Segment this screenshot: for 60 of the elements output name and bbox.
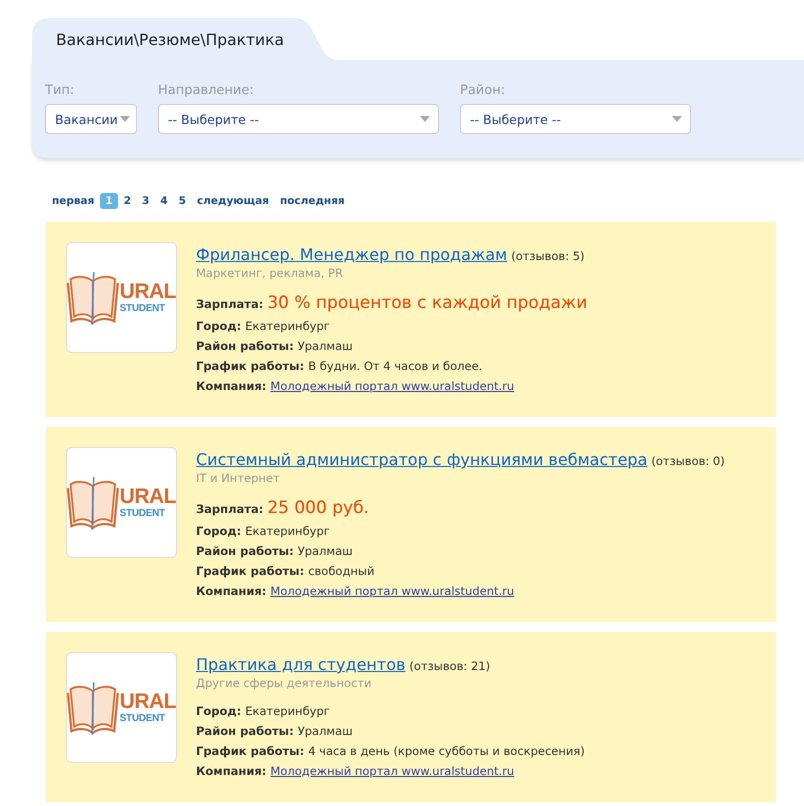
- job-category: IT и Интернет: [196, 470, 281, 486]
- detail-value: 4 часа в день (кроме субботы и воскресения): [308, 743, 585, 760]
- page-link[interactable]: 2: [118, 193, 136, 209]
- detail-value: свободный: [308, 563, 374, 580]
- review-count: (отзывов: 5): [511, 249, 585, 263]
- page-link[interactable]: 4: [155, 193, 173, 209]
- logo-word: STUDENT: [120, 508, 165, 520]
- logo-word: URAL: [120, 486, 176, 508]
- detail-label: Город:: [196, 523, 242, 540]
- caret-icon: [672, 116, 682, 122]
- company-link[interactable]: Молодежный портал www.uralstudent.ru: [270, 761, 514, 781]
- detail-label: Район работы:: [196, 723, 294, 740]
- dropdown[interactable]: -- Выберите --: [460, 104, 691, 134]
- detail-value: Екатеринбург: [245, 523, 330, 540]
- company-link[interactable]: Молодежный портал www.uralstudent.ru: [270, 581, 514, 601]
- job-title-link[interactable]: Системный администратор с функциями вебмастера: [196, 450, 648, 469]
- review-count: (отзывов: 21): [409, 659, 490, 673]
- dropdown[interactable]: -- Выберите --: [158, 104, 439, 134]
- job-category: Другие сферы деятельности: [196, 675, 372, 691]
- detail-label: Зарплата:: [196, 296, 264, 313]
- detail-label: Компания:: [196, 378, 266, 395]
- job-title-link[interactable]: Практика для студентов: [196, 655, 406, 674]
- filter-label: Район:: [460, 83, 506, 99]
- detail-label: Компания:: [196, 763, 266, 780]
- detail-value: Екатеринбург: [245, 703, 330, 720]
- job-category: Маркетинг, реклама, PR: [196, 265, 344, 281]
- filter-label: Направление:: [158, 83, 255, 99]
- company-link[interactable]: Молодежный портал www.uralstudent.ru: [270, 376, 514, 396]
- logo-word: URAL: [120, 690, 176, 712]
- detail-label: Район работы:: [196, 338, 294, 355]
- dropdown[interactable]: Вакансии: [45, 104, 137, 134]
- detail-label: График работы:: [196, 743, 304, 760]
- detail-label: Город:: [196, 703, 242, 720]
- detail-label: График работы:: [196, 358, 304, 375]
- page-link[interactable]: последняя: [274, 193, 350, 209]
- logo-word: STUDENT: [120, 712, 165, 724]
- panel-title: Вакансии\Резюме\Практика: [56, 31, 284, 49]
- job-title-link[interactable]: Фрилансер. Менеджер по продажам: [196, 245, 508, 264]
- review-count: (отзывов: 0): [651, 454, 725, 468]
- page-link[interactable]: 3: [137, 193, 154, 209]
- detail-value: Уралмаш: [298, 338, 353, 355]
- caret-icon: [420, 116, 430, 122]
- logo-word: URAL: [120, 280, 176, 302]
- logo-word: STUDENT: [120, 302, 165, 314]
- detail-label: Компания:: [196, 583, 266, 600]
- page-link[interactable]: 5: [174, 193, 191, 209]
- detail-value: Уралмаш: [298, 543, 353, 560]
- detail-value: Уралмаш: [298, 723, 353, 740]
- salary-value: 30 % процентов с каждой продажи: [267, 292, 588, 315]
- detail-label: Город:: [196, 318, 242, 335]
- salary-value: 25 000 руб.: [267, 497, 369, 520]
- caret-icon: [120, 116, 130, 122]
- detail-label: Район работы:: [196, 543, 294, 560]
- detail-label: Зарплата:: [196, 501, 264, 518]
- page-link[interactable]: первая: [47, 193, 100, 209]
- filter-label: Тип:: [45, 83, 76, 99]
- page-link[interactable]: следующая: [192, 193, 274, 209]
- detail-label: График работы:: [196, 563, 304, 580]
- detail-value: В будни. От 4 часов и более.: [308, 358, 482, 375]
- detail-value: Екатеринбург: [245, 318, 330, 335]
